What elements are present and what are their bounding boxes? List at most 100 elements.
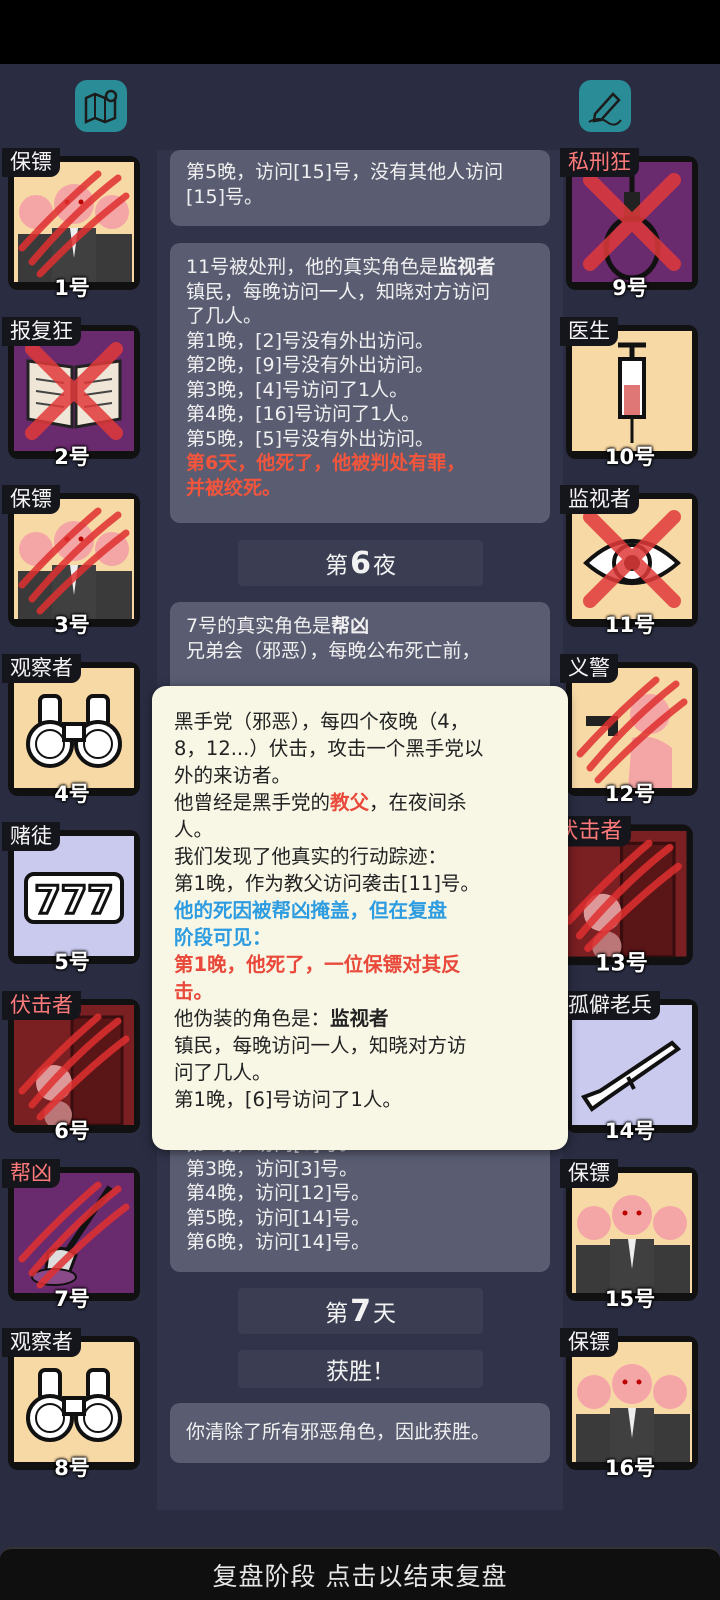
popup-line: 第1晚，[6]号访问了1人。 [174,1088,402,1111]
end-review-bar[interactable]: 复盘阶段 点击以结束复盘 [0,1547,720,1600]
section-number: 7 [350,1293,371,1329]
player-number: 4号 [54,781,90,806]
log-line: 第4晚，[16]号访问了1人。 [186,403,421,425]
log-card-execution: 11号被处刑，他的真实角色是监视者 镇民，每晚访问一人，知晓对方访问 了几人。 … [170,243,550,523]
log-line: [15]号。 [186,185,264,208]
player-card[interactable]: 保镖 16号 [560,1327,700,1480]
role-portrait [14,667,134,788]
player-number: 10号 [604,444,656,469]
log-line: 第3晚，访问[3]号。 [186,1157,359,1180]
victory-text: 你清除了所有邪恶角色，因此获胜。 [186,1421,491,1443]
player-role-label: 赌徒 [2,822,60,851]
popup-text: ，在夜间杀 [369,791,467,814]
log-card-previous: 第5晚，访问[15]号，没有其他人访问 [15]号。 [170,150,550,226]
player-card[interactable]: 观察者 4号 [2,653,142,806]
victory-header: 获胜！ [238,1350,483,1388]
player-number: 16号 [604,1455,656,1480]
role-portrait [572,499,692,619]
player-card[interactable]: 保镖 3号 [2,485,142,637]
player-card[interactable]: 报复狂 2号 [2,316,142,469]
role-portrait [14,1004,134,1125]
role-portrait [14,162,134,282]
player-number: 15号 [604,1287,656,1311]
popup-text: 他伪装的角色是： [174,1007,331,1030]
svg-text:777: 777 [34,878,113,922]
night-6-header: 第6夜 [238,540,483,586]
player-card[interactable]: 医生 10号 [560,316,700,469]
role-portrait [572,1173,692,1293]
log-line: 第2晚，[9]号没有外出访问。 [186,354,435,376]
log-head: 7号的真实角色是 [186,615,332,637]
player-role-label: 帮凶 [2,1159,60,1188]
player-card[interactable]: 保镖 1号 [2,148,142,300]
player-role-label: 观察者 [2,653,81,683]
player-number: 6号 [54,1118,90,1143]
log-line: 第6晚，访问[14]号。 [186,1231,371,1253]
popup-death: 第1晚，他死了，一位保镖对其反 [174,953,461,976]
log-role: 帮凶 [331,615,370,637]
role-portrait [560,830,687,957]
player-number: 3号 [54,613,90,637]
player-number: 8号 [54,1455,90,1480]
log-line: 第4晚，访问[12]号。 [186,1182,371,1204]
map-button[interactable] [75,80,127,132]
player-role-label: 报复狂 [2,316,81,346]
log-line: 第5晚，[5]号没有外出访问。 [186,427,435,450]
player-role-label: 伏击者 [2,990,81,1020]
log-line: 了几人。 [186,305,263,327]
player-number: 1号 [54,276,90,300]
popup-line: 8，12...）伏击，攻击一个黑手党以 [174,737,484,760]
role-detail-popup[interactable]: 黑手党（邪恶），每四个夜晚（4， 8，12...）伏击，攻击一个黑手党以 外的来… [152,686,568,1150]
role-portrait [14,499,134,619]
player-number: 2号 [54,444,90,469]
log-line: 镇民，每晚访问一人，知晓对方访问 [186,280,491,303]
popup-line: 问了几人。 [174,1061,272,1084]
popup-line: 人。 [174,818,214,841]
player-card[interactable]: 伏击者 13号 [548,816,695,976]
section-prefix: 第 [325,553,349,579]
log-line: 兄弟会（邪恶），每晚公布死亡前， [186,639,481,662]
popup-role-godfather: 教父 [330,791,370,814]
role-portrait [572,1004,692,1125]
popup-line: 第1晚，作为教父访问袭击[11]号。 [174,872,480,895]
player-number: 12号 [604,781,656,806]
section-prefix: 第 [325,1301,349,1327]
log-line: 第3晚，[4]号访问了1人。 [186,378,409,401]
player-role-label: 义警 [560,653,618,683]
section-number: 6 [350,545,371,581]
player-role-label: 观察者 [2,1327,81,1357]
log-death-line: 并被绞死。 [186,476,282,499]
role-portrait [572,1341,692,1462]
player-card[interactable]: 伏击者 6号 [2,990,142,1143]
player-card[interactable]: 义警 12号 [560,653,700,806]
player-card[interactable]: 监视者 11号 [560,485,700,637]
player-role-label: 保镖 [560,1159,618,1188]
day-7-header: 第7天 [238,1288,483,1334]
player-card[interactable]: 保镖 15号 [560,1159,700,1311]
role-portrait [572,667,692,788]
player-card[interactable]: 观察者 8号 [2,1327,142,1480]
log-death-line: 第6天，他死了，他被判处有罪， [186,452,466,474]
log-role: 监视者 [438,256,496,278]
role-portrait [14,330,134,451]
player-role-label: 孤僻老兵 [560,990,660,1020]
player-role-label: 私刑狂 [560,148,639,177]
popup-line: 黑手党（邪恶），每四个夜晚（4， [174,710,470,733]
log-head: 11号被处刑，他的真实角色是 [186,256,439,278]
player-number: 14号 [604,1118,656,1143]
player-number: 7号 [54,1287,90,1311]
popup-line: 我们发现了他真实的行动踪迹： [174,845,448,868]
player-card[interactable]: 777 赌徒 5号 [2,822,142,974]
log-line: 第5晚，访问[15]号，没有其他人访问 [186,161,504,183]
pen-icon [588,92,622,126]
notes-button[interactable] [579,80,631,132]
popup-line: 外的来访者。 [174,764,292,787]
player-number: 13号 [595,950,648,976]
player-card[interactable]: 私刑狂 9号 [560,148,700,300]
popup-disguise-role: 监视者 [330,1007,389,1030]
player-number: 11号 [604,613,656,637]
status-bar [0,0,720,64]
popup-note: 他的死因被帮凶掩盖，但在复盘 [174,899,448,922]
player-card[interactable]: 孤僻老兵 14号 [560,990,700,1143]
player-card[interactable]: 帮凶 7号 [2,1159,142,1311]
